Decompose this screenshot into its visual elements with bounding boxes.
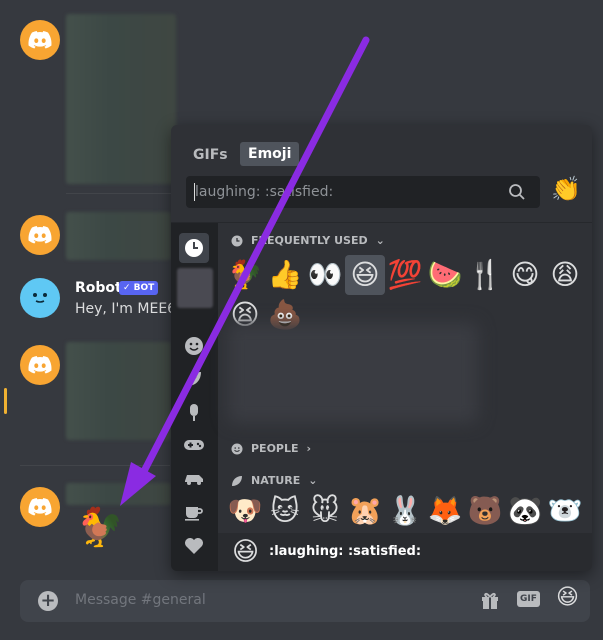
chevron-right-icon: › — [306, 442, 312, 455]
message-input[interactable]: Message #general — [75, 592, 206, 608]
emoji-cell[interactable]: 💯 — [385, 255, 425, 295]
emoji-cell[interactable]: 😆 — [345, 255, 385, 295]
section-label: NATURE — [251, 474, 301, 487]
robot-avatar[interactable] — [20, 278, 60, 318]
smiley-icon[interactable] — [179, 331, 209, 361]
robot-message: Hey, I'm MEE6 — [75, 301, 177, 317]
category-sidebar — [171, 223, 218, 571]
emoji-cell[interactable]: 👍 — [265, 255, 305, 295]
emoji-preview-footer: 😆 :laughing: :satisfied: — [218, 533, 592, 571]
emoji-picker: GIFs Emoji laughing: :satisfied: 👏 FREQU… — [171, 125, 592, 571]
car-icon[interactable] — [179, 463, 209, 493]
emoji-picker-button[interactable]: 😆 — [556, 587, 579, 609]
blurred-username — [66, 483, 171, 505]
gif-button[interactable]: GIF — [517, 591, 540, 607]
emoji-grid: FREQUENTLY USED ⌄ 🐓 👍 👀 😆 💯 🍉 🍴 😋 😩 😫 💩 PEOPLE › N… — [218, 223, 592, 533]
robot-username[interactable]: Robot — [75, 280, 122, 296]
tab-gifs[interactable]: GIFs — [193, 147, 228, 163]
chevron-down-icon: ⌄ — [308, 474, 318, 487]
emoji-cell[interactable]: 😋 — [505, 255, 545, 295]
blurred-message — [66, 14, 176, 184]
add-attachment-button[interactable]: + — [38, 591, 58, 611]
chevron-down-icon: ⌄ — [375, 234, 385, 247]
avatar[interactable] — [20, 215, 60, 255]
emoji-cell[interactable]: 🐰 — [385, 491, 425, 531]
leaf-icon — [232, 475, 242, 486]
gift-icon[interactable] — [479, 589, 501, 615]
section-label: FREQUENTLY USED — [251, 234, 368, 247]
search-value: laughing: :satisfied: — [195, 184, 334, 200]
discord-logo-icon — [28, 498, 52, 516]
section-nature[interactable]: NATURE ⌄ — [231, 474, 318, 487]
leaf-icon[interactable] — [179, 364, 209, 394]
smiley-icon — [231, 443, 243, 454]
blurred-message — [66, 342, 171, 440]
message-composer[interactable]: + Message #general GIF 😆 — [20, 580, 590, 622]
emoji-cell[interactable]: 🐓 — [225, 255, 265, 295]
discord-logo-icon — [28, 356, 52, 374]
emoji-cell[interactable]: 🐻‍❄️ — [545, 491, 585, 531]
preview-emoji-name: :laughing: :satisfied: — [269, 544, 422, 559]
divider — [20, 465, 170, 466]
section-label: PEOPLE — [251, 442, 299, 455]
emoji-cell[interactable]: 🐭 — [305, 491, 345, 531]
coffee-icon[interactable] — [179, 497, 209, 527]
emoji-cell[interactable]: 🐻 — [465, 491, 505, 531]
skin-tone-selector[interactable]: 👏 — [551, 177, 581, 201]
emoji-cell[interactable]: 🦊 — [425, 491, 465, 531]
divider — [66, 193, 176, 194]
preview-emoji: 😆 — [232, 537, 260, 567]
tab-emoji[interactable]: Emoji — [240, 142, 300, 166]
emoji-cell[interactable]: 🐱 — [265, 491, 305, 531]
emoji-search-input[interactable]: laughing: :satisfied: — [186, 176, 540, 208]
sent-emoji: 🐓 — [76, 505, 124, 549]
emoji-cell[interactable]: 🍉 — [425, 255, 465, 295]
emoji-cell[interactable]: 🍴 — [465, 255, 505, 295]
emoji-cell[interactable]: 👀 — [305, 255, 345, 295]
clock-icon[interactable] — [179, 233, 209, 263]
blurred-server-emojis — [228, 323, 478, 423]
blurred-message — [66, 212, 171, 260]
discord-logo-icon — [28, 31, 52, 49]
avatar[interactable] — [20, 20, 60, 60]
robot-face-icon — [33, 293, 47, 303]
section-frequently-used[interactable]: FREQUENTLY USED ⌄ — [231, 234, 385, 247]
emoji-cell[interactable]: 🐶 — [225, 491, 265, 531]
popsicle-icon[interactable] — [179, 397, 209, 427]
avatar[interactable] — [20, 345, 60, 385]
emoji-cell[interactable]: 🐹 — [345, 491, 385, 531]
discord-logo-icon — [28, 226, 52, 244]
gamepad-icon[interactable] — [179, 430, 209, 460]
search-icon — [508, 183, 526, 205]
emoji-cell[interactable]: 🐼 — [505, 491, 545, 531]
section-people[interactable]: PEOPLE › — [231, 442, 311, 455]
avatar[interactable] — [20, 487, 60, 527]
server-emoji-thumbnail[interactable] — [177, 268, 213, 308]
emoji-cell[interactable]: 😩 — [545, 255, 585, 295]
unread-indicator — [4, 388, 7, 414]
clock-icon — [231, 235, 243, 246]
bot-badge: ✓ BOT — [119, 281, 159, 295]
heart-icon[interactable] — [179, 531, 209, 561]
